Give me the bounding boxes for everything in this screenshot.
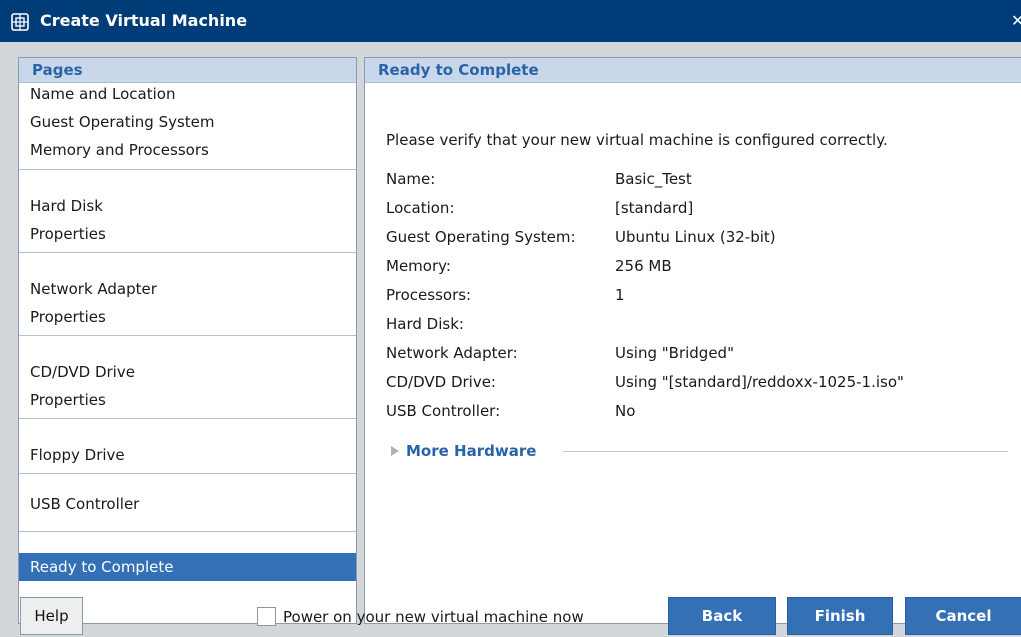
summary-label-usb-controller: USB Controller: <box>386 402 501 420</box>
pages-header: Pages <box>19 58 356 83</box>
page-group-name-location[interactable]: Name and Location Guest Operating System… <box>19 84 356 170</box>
summary-label-cd-dvd: CD/DVD Drive: <box>386 373 496 391</box>
window-title: Create Virtual Machine <box>40 11 248 30</box>
summary-value-location: [standard] <box>615 199 694 217</box>
page-item-usb-controller[interactable]: USB Controller <box>30 494 139 514</box>
summary-label-location: Location: <box>386 199 455 217</box>
page-group-floppy[interactable]: Floppy Drive <box>19 419 356 474</box>
back-button[interactable]: Back <box>668 597 776 635</box>
summary-value-cd-dvd: Using "[standard]/reddoxx-1025-1.iso" <box>615 373 904 391</box>
power-on-label[interactable]: Power on your new virtual machine now <box>283 607 584 627</box>
title-bar: Create Virtual Machine ✕ <box>0 0 1021 42</box>
more-hardware-label[interactable]: More Hardware <box>406 441 536 461</box>
help-button[interactable]: Help <box>20 597 83 635</box>
page-item-floppy-drive[interactable]: Floppy Drive <box>30 445 125 465</box>
power-on-checkbox[interactable] <box>257 607 276 626</box>
page-group-usb[interactable]: USB Controller <box>19 474 356 532</box>
expand-triangle-icon[interactable] <box>391 446 399 456</box>
dialog-body: Pages Name and Location Guest Operating … <box>0 42 1021 637</box>
summary-label-hard-disk: Hard Disk: <box>386 315 464 333</box>
page-item-hard-disk[interactable]: Hard Disk <box>30 196 103 216</box>
more-hardware-divider <box>563 451 1008 452</box>
virtual-machine-icon <box>11 13 29 31</box>
summary-value-usb-controller: No <box>615 402 636 420</box>
summary-value-guest-os: Ubuntu Linux (32-bit) <box>615 228 776 246</box>
summary-value-processors: 1 <box>615 286 625 304</box>
summary-label-network-adapter: Network Adapter: <box>386 344 518 362</box>
page-item-network-adapter-properties[interactable]: Properties <box>30 307 106 327</box>
summary-value-network-adapter: Using "Bridged" <box>615 344 734 362</box>
more-hardware-toggle[interactable]: More Hardware <box>391 441 1008 461</box>
ready-panel: Ready to Complete Please verify that you… <box>364 57 1021 624</box>
page-group-cd-dvd[interactable]: CD/DVD Drive Properties <box>19 336 356 419</box>
close-icon[interactable]: ✕ <box>1011 10 1021 32</box>
page-item-hard-disk-properties[interactable]: Properties <box>30 224 106 244</box>
page-item-cd-dvd-properties[interactable]: Properties <box>30 390 106 410</box>
page-item-ready-to-complete[interactable]: Ready to Complete <box>30 557 173 577</box>
page-group-hard-disk[interactable]: Hard Disk Properties <box>19 170 356 253</box>
pages-list: Name and Location Guest Operating System… <box>19 84 356 623</box>
page-item-memory-processors[interactable]: Memory and Processors <box>30 140 209 160</box>
intro-text: Please verify that your new virtual mach… <box>386 131 888 149</box>
page-group-network-adapter[interactable]: Network Adapter Properties <box>19 253 356 336</box>
summary-value-name: Basic_Test <box>615 170 692 188</box>
summary-label-guest-os: Guest Operating System: <box>386 228 576 246</box>
page-item-network-adapter[interactable]: Network Adapter <box>30 279 157 299</box>
finish-button[interactable]: Finish <box>787 597 893 635</box>
page-item-guest-os[interactable]: Guest Operating System <box>30 112 215 132</box>
page-item-cd-dvd-drive[interactable]: CD/DVD Drive <box>30 362 135 382</box>
page-group-ready[interactable]: Ready to Complete <box>19 553 356 581</box>
page-item-name-location[interactable]: Name and Location <box>30 84 175 104</box>
cancel-button[interactable]: Cancel <box>905 597 1021 635</box>
summary-label-memory: Memory: <box>386 257 451 275</box>
pages-panel: Pages Name and Location Guest Operating … <box>18 57 357 624</box>
summary-label-name: Name: <box>386 170 436 188</box>
ready-header: Ready to Complete <box>365 58 1021 83</box>
summary-label-processors: Processors: <box>386 286 472 304</box>
summary-value-memory: 256 MB <box>615 257 672 275</box>
